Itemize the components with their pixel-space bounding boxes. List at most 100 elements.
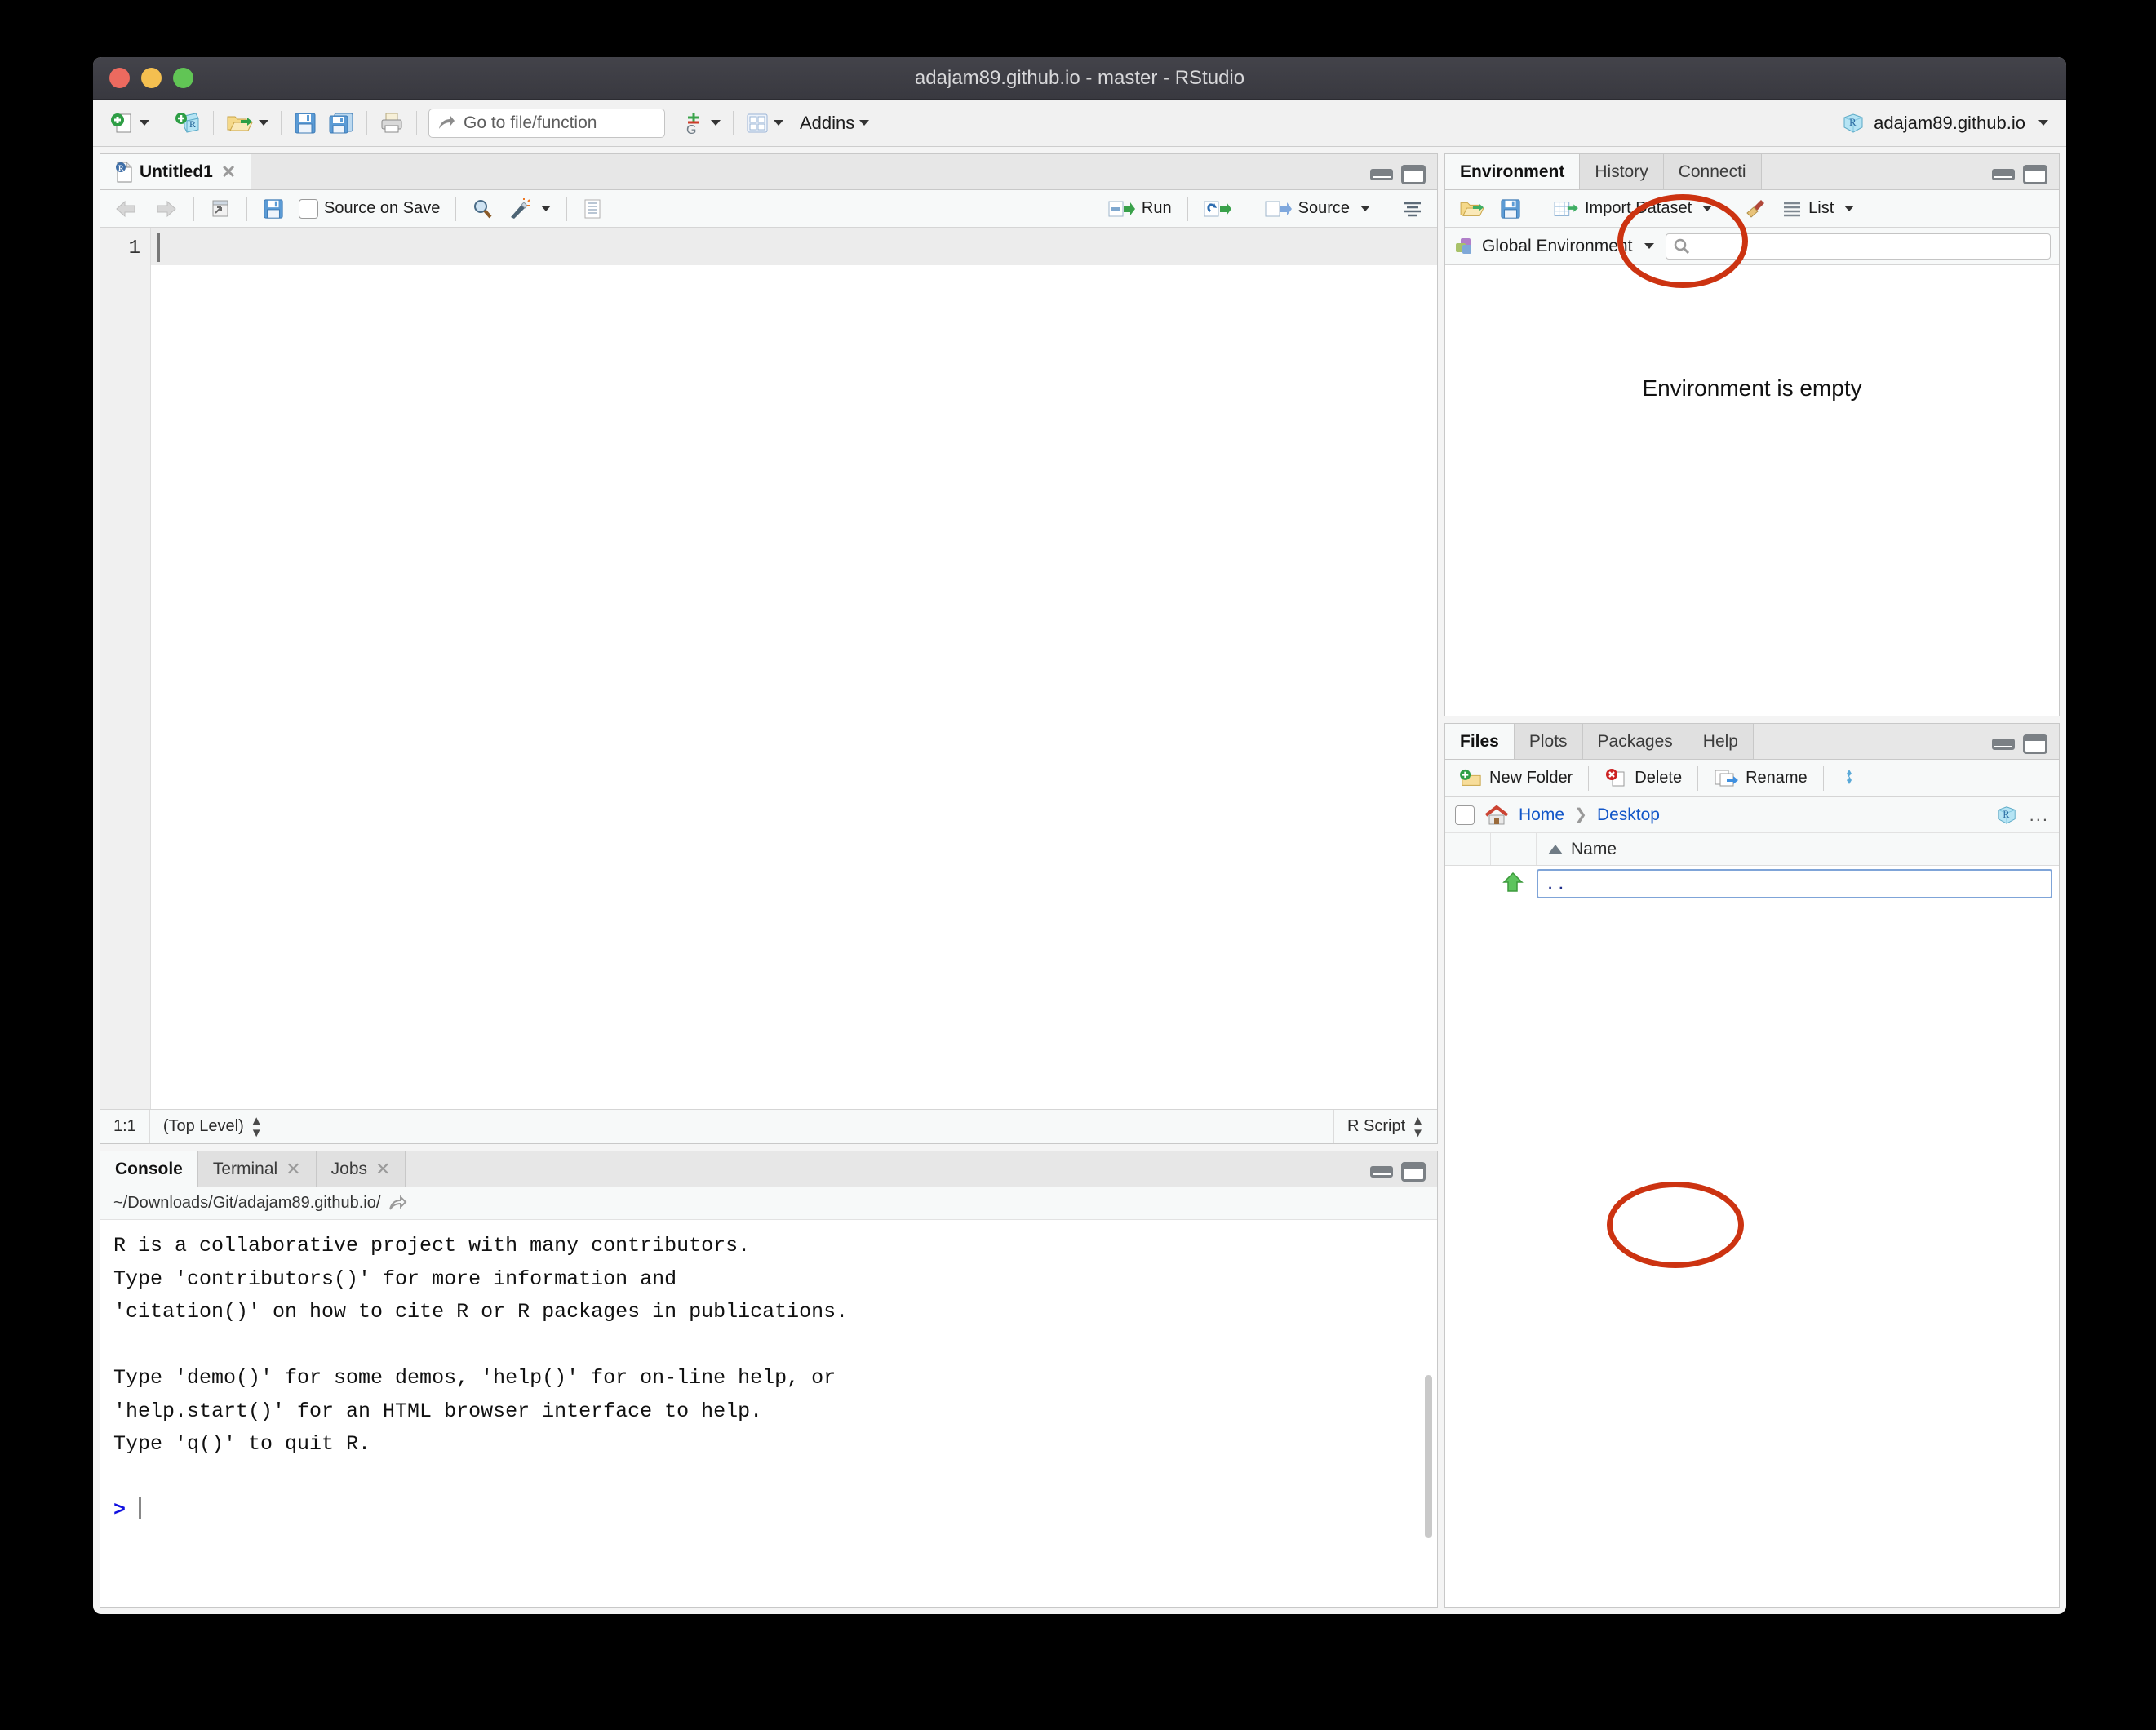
maximize-pane-icon[interactable]: [2023, 734, 2047, 754]
source-outline-button[interactable]: [577, 196, 608, 222]
minimize-pane-icon[interactable]: [1992, 739, 2015, 750]
source-icon: [1265, 201, 1292, 216]
parent-directory-name[interactable]: ..: [1537, 869, 2052, 898]
new-file-caret-icon[interactable]: [140, 120, 149, 126]
new-folder-button[interactable]: New Folder: [1453, 765, 1578, 792]
source-on-save-box-icon[interactable]: [299, 198, 318, 219]
minimize-pane-icon[interactable]: [1370, 1166, 1393, 1178]
load-workspace-button[interactable]: [1453, 196, 1491, 222]
close-tab-icon[interactable]: ✕: [286, 1159, 300, 1180]
source-back-button[interactable]: [109, 197, 144, 221]
console-tabstrip: Console Terminal ✕ Jobs ✕: [100, 1151, 1437, 1187]
source-forward-button[interactable]: [148, 197, 184, 221]
tab-console[interactable]: Console: [100, 1151, 198, 1187]
tab-files[interactable]: Files: [1445, 724, 1515, 759]
goto-file-function-input[interactable]: Go to file/function: [428, 108, 665, 138]
close-tab-icon[interactable]: ✕: [221, 162, 236, 183]
row-name-cell[interactable]: ..: [1537, 869, 2052, 898]
svg-text:G: G: [686, 123, 696, 135]
rename-button[interactable]: Rename: [1708, 765, 1813, 792]
print-button[interactable]: [374, 106, 410, 140]
cursor-position: 1:1: [113, 1117, 136, 1135]
broom-icon: [1746, 199, 1765, 218]
source-popout-button[interactable]: [204, 196, 237, 222]
open-directory-icon[interactable]: [388, 1195, 408, 1212]
git-caret-icon[interactable]: [711, 120, 721, 126]
console-line: R is a collaborative project with many c…: [113, 1234, 751, 1258]
code-text-area[interactable]: [151, 228, 1437, 1109]
source-find-button[interactable]: [466, 196, 499, 222]
environment-search-input[interactable]: [1666, 233, 2051, 260]
tab-jobs[interactable]: Jobs ✕: [316, 1151, 406, 1187]
environment-pane: Environment History Connecti Import Data…: [1444, 153, 2060, 716]
file-type-stepper-icon[interactable]: ▲ ▼: [1412, 1115, 1424, 1139]
table-row[interactable]: ..: [1445, 866, 2059, 902]
code-tools-caret-icon[interactable]: [541, 206, 552, 211]
tab-plots[interactable]: Plots: [1514, 724, 1583, 759]
environment-view-mode-button[interactable]: List: [1776, 197, 1860, 220]
file-type-selector[interactable]: R Script ▲ ▼: [1334, 1110, 1437, 1143]
breadcrumb-desktop[interactable]: Desktop: [1597, 805, 1660, 825]
minimize-pane-icon[interactable]: [1992, 169, 2015, 180]
home-icon[interactable]: [1484, 804, 1509, 826]
files-table-header: Name: [1445, 833, 2059, 866]
source-on-save-label: Source on Save: [324, 199, 441, 217]
run-button[interactable]: Run: [1102, 197, 1178, 221]
maximize-pane-icon[interactable]: [1401, 1162, 1426, 1182]
open-file-button[interactable]: [220, 106, 274, 140]
r-script-file-icon: R: [116, 162, 132, 182]
source-caret-icon[interactable]: [1360, 206, 1370, 211]
save-all-button[interactable]: [322, 106, 360, 140]
files-breadcrumb-bar: Home ❯ Desktop R ...: [1445, 797, 2059, 833]
toolbar-divider: [1822, 765, 1824, 791]
import-dataset-button[interactable]: Import Dataset: [1547, 196, 1718, 222]
panes-caret-icon[interactable]: [774, 120, 783, 126]
save-button[interactable]: [288, 106, 322, 140]
source-save-button[interactable]: [257, 196, 290, 222]
minimize-pane-icon[interactable]: [1370, 169, 1393, 180]
header-name-column[interactable]: Name: [1537, 840, 2059, 859]
addins-caret-icon[interactable]: [859, 120, 870, 126]
save-workspace-button[interactable]: [1494, 196, 1527, 222]
tab-connections[interactable]: Connecti: [1663, 154, 1762, 189]
scope-selector[interactable]: (Top Level) ▲ ▼: [150, 1110, 276, 1143]
rerun-button[interactable]: [1198, 197, 1239, 221]
delete-button[interactable]: Delete: [1599, 765, 1688, 792]
source-tab-untitled1[interactable]: R Untitled1 ✕: [100, 154, 252, 189]
toolbar-divider: [213, 110, 214, 135]
tab-terminal[interactable]: Terminal ✕: [197, 1151, 317, 1187]
addins-button[interactable]: Addins: [789, 106, 875, 140]
close-tab-icon[interactable]: ✕: [375, 1159, 390, 1180]
maximize-pane-icon[interactable]: [2023, 165, 2047, 184]
code-editor[interactable]: 1: [100, 228, 1437, 1109]
console-output[interactable]: R is a collaborative project with many c…: [100, 1220, 1437, 1607]
tab-help[interactable]: Help: [1688, 724, 1754, 759]
console-scrollbar[interactable]: [1425, 1375, 1432, 1538]
environment-scope-selector[interactable]: Global Environment: [1453, 237, 1655, 256]
project-selector[interactable]: R adajam89.github.io: [1841, 112, 2055, 135]
files-overflow-button[interactable]: ...: [2030, 805, 2049, 826]
breadcrumb-home[interactable]: Home: [1519, 805, 1564, 825]
new-project-button[interactable]: R: [169, 106, 206, 140]
tab-history[interactable]: History: [1580, 154, 1664, 189]
source-button[interactable]: Source: [1259, 197, 1376, 221]
files-more-button[interactable]: [1834, 765, 1865, 792]
tab-packages[interactable]: Packages: [1582, 724, 1688, 759]
view-mode-caret-icon[interactable]: [1844, 206, 1855, 211]
git-button[interactable]: G: [679, 106, 726, 140]
import-dataset-caret-icon[interactable]: [1702, 206, 1713, 211]
scope-caret-icon[interactable]: [1644, 243, 1655, 249]
maximize-pane-icon[interactable]: [1401, 165, 1426, 184]
tab-environment[interactable]: Environment: [1445, 154, 1581, 189]
select-all-checkbox[interactable]: [1455, 805, 1475, 825]
new-file-button[interactable]: [104, 106, 155, 140]
source-align-button[interactable]: [1396, 197, 1429, 221]
source-code-tools-button[interactable]: [502, 196, 557, 222]
open-file-caret-icon[interactable]: [259, 120, 268, 126]
clear-environment-button[interactable]: [1738, 196, 1772, 222]
source-on-save-checkbox[interactable]: Source on Save: [293, 197, 446, 221]
project-caret-icon[interactable]: [2038, 120, 2048, 126]
r-project-cube-icon[interactable]: R: [1995, 805, 2018, 826]
scope-stepper-icon[interactable]: ▲ ▼: [251, 1115, 263, 1139]
workspace-panes-button[interactable]: [740, 106, 789, 140]
